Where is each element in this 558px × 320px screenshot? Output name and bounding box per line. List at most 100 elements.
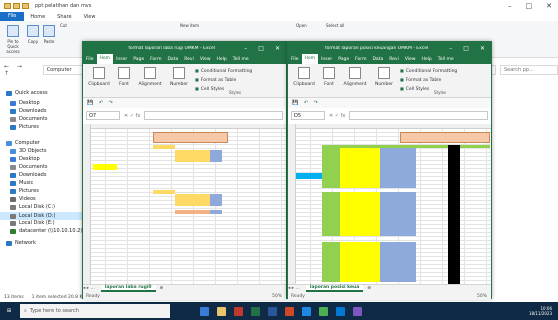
maximize-icon[interactable]: □ [526, 2, 533, 10]
tab-page[interactable]: Page [130, 57, 147, 62]
tab-insert[interactable]: Inser [113, 57, 130, 62]
alignment-button[interactable]: Alignment [341, 67, 369, 87]
nav-item[interactable]: Local Disk (E:) [10, 220, 55, 226]
close-icon[interactable]: ✕ [546, 2, 552, 10]
conditional-formatting-button[interactable]: Conditional Formatting [195, 67, 253, 76]
tab-formulas[interactable]: Form [147, 57, 164, 62]
maximize-icon[interactable]: □ [258, 45, 264, 52]
new-item-button[interactable]: New item [180, 23, 210, 28]
tab-view[interactable]: View [402, 57, 419, 62]
nav-item[interactable]: Computer [6, 140, 40, 146]
tab-share[interactable]: Share [51, 14, 77, 20]
cell-styles-button[interactable]: Cell Styles [195, 85, 252, 94]
tab-page[interactable]: Page [335, 57, 352, 62]
nav-item[interactable]: Desktop [10, 156, 40, 162]
nav-item[interactable]: Videos [10, 196, 36, 202]
nav-item[interactable]: Network [6, 240, 36, 246]
word-icon[interactable] [268, 306, 277, 316]
tab-help[interactable]: Help [214, 57, 230, 62]
tab-formulas[interactable]: Form [352, 57, 369, 62]
zoom-level[interactable]: 50% [477, 294, 487, 299]
powerpoint-icon[interactable] [285, 306, 294, 316]
add-sheet-icon[interactable]: ⊕ [160, 286, 164, 291]
name-box[interactable]: O7 [86, 111, 120, 120]
minimize-icon[interactable]: – [449, 45, 452, 52]
tab-home[interactable]: Hom [301, 54, 319, 64]
tab-insert[interactable]: Inser [318, 57, 335, 62]
tab-home[interactable]: Hom [96, 54, 114, 64]
formula-input[interactable] [349, 111, 488, 120]
chrome-icon[interactable] [319, 306, 328, 316]
add-sheet-icon[interactable]: ⊕ [367, 286, 371, 291]
taskbar-search[interactable]: ⌕ Type here to search [20, 304, 170, 318]
tab-home[interactable]: Home [24, 14, 51, 20]
tab-review[interactable]: Revi [386, 57, 402, 62]
tab-data[interactable]: Data [369, 57, 386, 62]
system-tray[interactable]: 10:06 18/11/2023 [529, 306, 552, 316]
minimize-icon[interactable]: – [244, 45, 247, 52]
format-as-table-button[interactable]: Format as Table [400, 76, 457, 85]
maximize-icon[interactable]: □ [463, 45, 469, 52]
close-icon[interactable]: ✕ [480, 45, 485, 52]
cut-button[interactable]: Cut [60, 23, 78, 28]
font-button[interactable]: Font [319, 67, 339, 87]
task-view-icon[interactable] [200, 306, 209, 316]
select-all-button[interactable]: Select all [326, 23, 356, 28]
close-icon[interactable]: ✕ [275, 45, 280, 52]
app-icon[interactable] [353, 306, 362, 316]
conditional-formatting-button[interactable]: Conditional Formatting [400, 67, 458, 76]
tell-me-box[interactable]: Tell me [435, 57, 457, 62]
excel-quick-access-toolbar[interactable]: 💾 ↶ ↷ [288, 98, 491, 108]
yellow-input-cell[interactable] [93, 164, 117, 170]
excel-window-posisi-keuangan[interactable]: format laporan posisi keuangan UMKM - Ex… [287, 41, 492, 300]
sheet-nav-arrows[interactable]: ◂ ▸ … [288, 286, 300, 291]
clipboard-button[interactable]: Clipboard [86, 67, 112, 87]
name-box[interactable]: D5 [291, 111, 325, 120]
fx-icon[interactable]: ✕ ✓ fx [124, 113, 140, 119]
nav-item[interactable]: Pictures [10, 124, 39, 130]
copy-button[interactable]: Copy [26, 25, 40, 44]
nav-item[interactable]: Downloads [10, 108, 46, 114]
format-as-table-button[interactable]: Format as Table [195, 76, 252, 85]
nav-item[interactable]: Downloads [10, 172, 46, 178]
nav-item[interactable]: Quick access [6, 90, 48, 96]
cell-styles-button[interactable]: Cell Styles [400, 85, 457, 94]
nav-item[interactable]: Pictures [10, 188, 39, 194]
blue-input-cell[interactable] [296, 173, 322, 179]
app-icon[interactable] [234, 306, 243, 316]
tab-review[interactable]: Revi [181, 57, 197, 62]
tab-file[interactable]: File [0, 12, 25, 21]
alignment-button[interactable]: Alignment [136, 67, 164, 87]
nav-item[interactable]: Music [10, 180, 33, 186]
tab-view[interactable]: View [197, 57, 214, 62]
tab-help[interactable]: Help [419, 57, 435, 62]
sheet-tab[interactable]: laporan laba rugi0 [100, 285, 156, 292]
clipboard-button[interactable]: Clipboard [291, 67, 317, 87]
edge-icon[interactable] [302, 306, 311, 316]
open-button[interactable]: Open [296, 23, 318, 28]
file-explorer-icon[interactable] [217, 306, 226, 316]
tell-me-box[interactable]: Tell me [230, 57, 252, 62]
minimize-icon[interactable]: – [508, 2, 512, 10]
zoom-level[interactable]: 50% [272, 294, 282, 299]
number-button[interactable]: Number [371, 67, 397, 87]
nav-item[interactable]: Desktop [10, 100, 40, 106]
tab-file[interactable]: File [288, 57, 302, 62]
excel-window-laba-rugi[interactable]: format laporan laba rugi UMKM - Excel – □… [82, 41, 287, 300]
number-button[interactable]: Number [166, 67, 192, 87]
mail-icon[interactable] [336, 306, 345, 316]
nav-item[interactable]: Documents [10, 164, 48, 170]
windows-start-icon[interactable]: ⊞ [0, 302, 18, 320]
nav-item[interactable]: Local Disk (D:) [0, 212, 84, 220]
formula-input[interactable] [144, 111, 283, 120]
fx-icon[interactable]: ✕ ✓ fx [329, 113, 345, 119]
pin-to-quick-access-button[interactable]: Pin to Quick access [2, 25, 24, 54]
nav-item[interactable]: datacenter (\\10.10.10.2) [10, 228, 82, 234]
nav-item[interactable]: Documents [10, 116, 48, 122]
sheet-tab[interactable]: laporan posisi keua [305, 285, 364, 292]
tab-view[interactable]: View [78, 14, 102, 20]
excel-icon[interactable] [251, 306, 260, 316]
paste-button[interactable]: Paste [42, 25, 56, 44]
nav-item[interactable]: 3D Objects [10, 148, 47, 154]
quick-access-toolbar[interactable] [4, 3, 29, 9]
